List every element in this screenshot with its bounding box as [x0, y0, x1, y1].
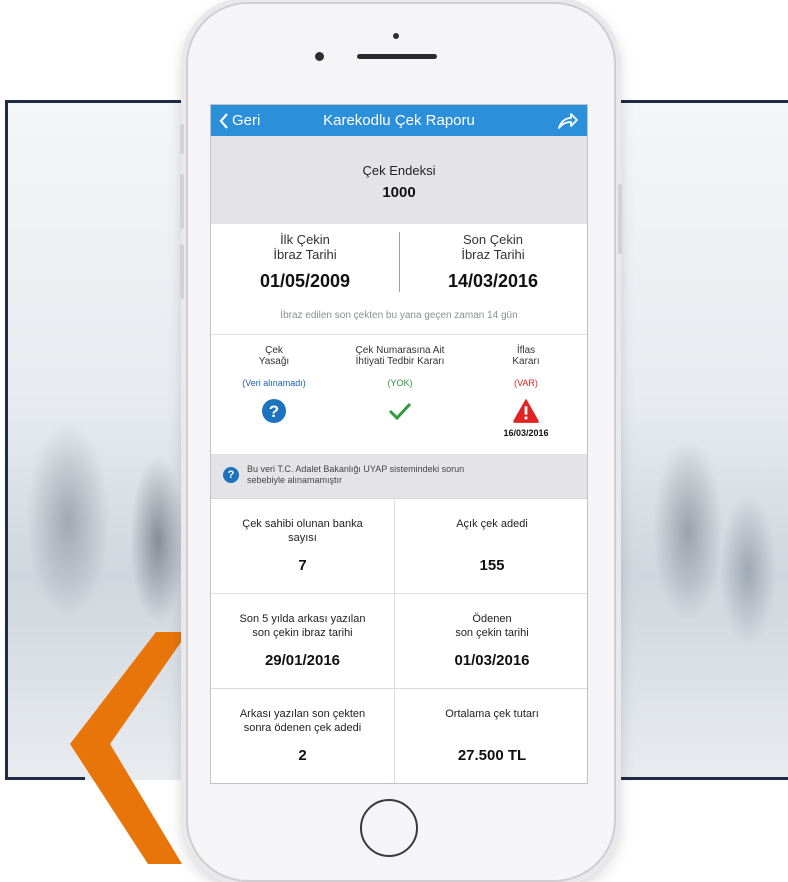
- navigation-bar: Geri Karekodlu Çek Raporu: [211, 105, 587, 136]
- status-value: (YOK): [387, 378, 413, 388]
- proximity-sensor: [393, 33, 399, 39]
- frame-line: [5, 100, 190, 103]
- stat-bank-count: Çek sahibi olunan banka sayısı 7: [211, 499, 395, 594]
- stat-label-line: Açık çek adedi: [456, 518, 528, 530]
- stat-label-line: son çekin tarihi: [455, 627, 529, 639]
- warning-icon: [513, 398, 539, 424]
- status-title: Çek Numarasına Ait İhtiyati Tedbir Karar…: [337, 345, 463, 369]
- stat-value: 27.500 TL: [457, 747, 527, 764]
- home-button[interactable]: [360, 799, 418, 857]
- info-text-line: sebebiyle alınamamıştır: [247, 475, 343, 485]
- last-check-date: Son Çekin İbraz Tarihi 14/03/2016: [399, 232, 587, 292]
- check-index-label: Çek Endeksi: [362, 163, 436, 178]
- info-text: Bu veri T.C. Adalet Bakanlığı UYAP siste…: [247, 464, 464, 486]
- status-title: Çek Yasağı: [211, 345, 337, 369]
- stat-value: 2: [298, 747, 307, 764]
- presentation-dates-panel: İlk Çekin İbraz Tarihi 01/05/2009 Son Çe…: [211, 224, 587, 334]
- stat-label: Arkası yazılan son çekten sonra ödenen çe…: [211, 707, 394, 737]
- status-injunction: Çek Numarasına Ait İhtiyati Tedbir Karar…: [337, 345, 463, 424]
- status-check-ban[interactable]: Çek Yasağı (Veri alınamadı) ?: [211, 345, 337, 424]
- frame-line: [605, 777, 788, 780]
- status-title-line: İflas: [516, 345, 536, 356]
- info-question-icon: ?: [223, 467, 239, 483]
- stat-label: Açık çek adedi: [395, 517, 587, 547]
- status-title-line: Çek Numarasına Ait: [355, 345, 445, 356]
- last-check-label: Son Çekin: [463, 232, 523, 247]
- stat-value: 01/03/2016: [454, 652, 530, 669]
- stat-label-line: sonra ödenen çek adedi: [243, 722, 362, 734]
- power-button: [618, 184, 622, 254]
- stat-label-line: Arkası yazılan son çekten: [239, 708, 366, 720]
- frame-line: [5, 100, 8, 780]
- bankruptcy-date: 16/03/2016: [503, 428, 549, 438]
- stat-label-line: Çek sahibi olunan banka: [242, 518, 363, 530]
- first-check-value: 01/05/2009: [259, 271, 351, 291]
- info-message: ? Bu veri T.C. Adalet Bakanlığı UYAP sis…: [211, 454, 587, 498]
- earpiece-speaker: [357, 54, 437, 59]
- first-check-label: İlk Çekin: [280, 232, 330, 247]
- volume-down-button: [180, 244, 184, 299]
- stat-label: Ortalama çek tutarı: [395, 707, 587, 737]
- status-bankruptcy: İflas Kararı (VAR) 16/03/2016: [463, 345, 587, 438]
- status-title-line: İhtiyati Tedbir Kararı: [355, 356, 445, 367]
- stat-label: Ödenen son çekin tarihi: [395, 612, 587, 642]
- svg-text:?: ?: [269, 402, 279, 421]
- check-index-panel: Çek Endeksi 1000: [211, 136, 587, 224]
- first-check-label: İbraz Tarihi: [273, 247, 337, 262]
- status-title: İflas Kararı: [463, 345, 587, 369]
- info-text-line: Bu veri T.C. Adalet Bakanlığı UYAP siste…: [247, 464, 465, 474]
- front-camera: [315, 52, 324, 61]
- status-value: (Veri alınamadı): [242, 378, 306, 388]
- stat-value: 7: [298, 557, 307, 574]
- status-title-line: Kararı: [512, 356, 540, 367]
- status-value: (VAR): [514, 378, 538, 388]
- back-button[interactable]: Geri: [219, 112, 260, 129]
- app-screen: Geri Karekodlu Çek Raporu Çek Endeksi 10…: [210, 104, 588, 784]
- page-title: Karekodlu Çek Raporu: [323, 112, 475, 129]
- frame-line: [605, 100, 788, 103]
- stat-open-check-count: Açık çek adedi 155: [395, 499, 587, 594]
- stat-value: 29/01/2016: [264, 652, 341, 669]
- stat-label-line: Ödenen: [472, 613, 512, 625]
- last-check-value: 14/03/2016: [447, 271, 539, 291]
- volume-up-button: [180, 174, 184, 229]
- last-check-label: İbraz Tarihi: [461, 247, 525, 262]
- stat-paid-date: Ödenen son çekin tarihi 01/03/2016: [395, 594, 587, 689]
- stat-average-amount: Ortalama çek tutarı 27.500 TL: [395, 689, 587, 783]
- share-icon[interactable]: [557, 111, 579, 131]
- status-title-line: Çek: [265, 345, 283, 356]
- stage: Geri Karekodlu Çek Raporu Çek Endeksi 10…: [0, 0, 788, 882]
- check-index-value: 1000: [382, 184, 416, 201]
- stat-label: Son 5 yılda arkası yazılan son çekin ibra…: [211, 612, 394, 642]
- question-icon[interactable]: ?: [261, 398, 287, 424]
- stat-label-line: son çekin ibraz tarihi: [252, 627, 353, 639]
- stat-label: Çek sahibi olunan banka sayısı: [211, 517, 394, 547]
- stat-label-line: Son 5 yılda arkası yazılan: [239, 613, 366, 625]
- orange-chevron-icon: [70, 632, 188, 864]
- phone-mockup: Geri Karekodlu Çek Raporu Çek Endeksi 10…: [180, 2, 622, 882]
- first-check-date: İlk Çekin İbraz Tarihi 01/05/2009: [211, 232, 399, 292]
- mute-switch: [180, 124, 184, 154]
- check-icon: [387, 398, 413, 424]
- stat-label-line: Ortalama çek tutarı: [445, 708, 539, 720]
- stat-paid-after-count: Arkası yazılan son çekten sonra ödenen çe…: [211, 689, 395, 783]
- stat-label-line: sayısı: [288, 532, 317, 544]
- stat-endorsed-date: Son 5 yılda arkası yazılan son çekin ibra…: [211, 594, 395, 689]
- back-label: Geri: [232, 112, 261, 129]
- elapsed-time-note: İbraz edilen son çekten bu yana geçen za…: [280, 310, 518, 321]
- status-panel: Çek Yasağı (Veri alınamadı) ? Çek Numara…: [211, 334, 587, 454]
- status-title-line: Yasağı: [258, 356, 290, 367]
- stats-grid: Çek sahibi olunan banka sayısı 7 Açık çek…: [211, 498, 587, 783]
- chevron-left-icon: [219, 112, 228, 129]
- stat-value: 155: [479, 557, 505, 574]
